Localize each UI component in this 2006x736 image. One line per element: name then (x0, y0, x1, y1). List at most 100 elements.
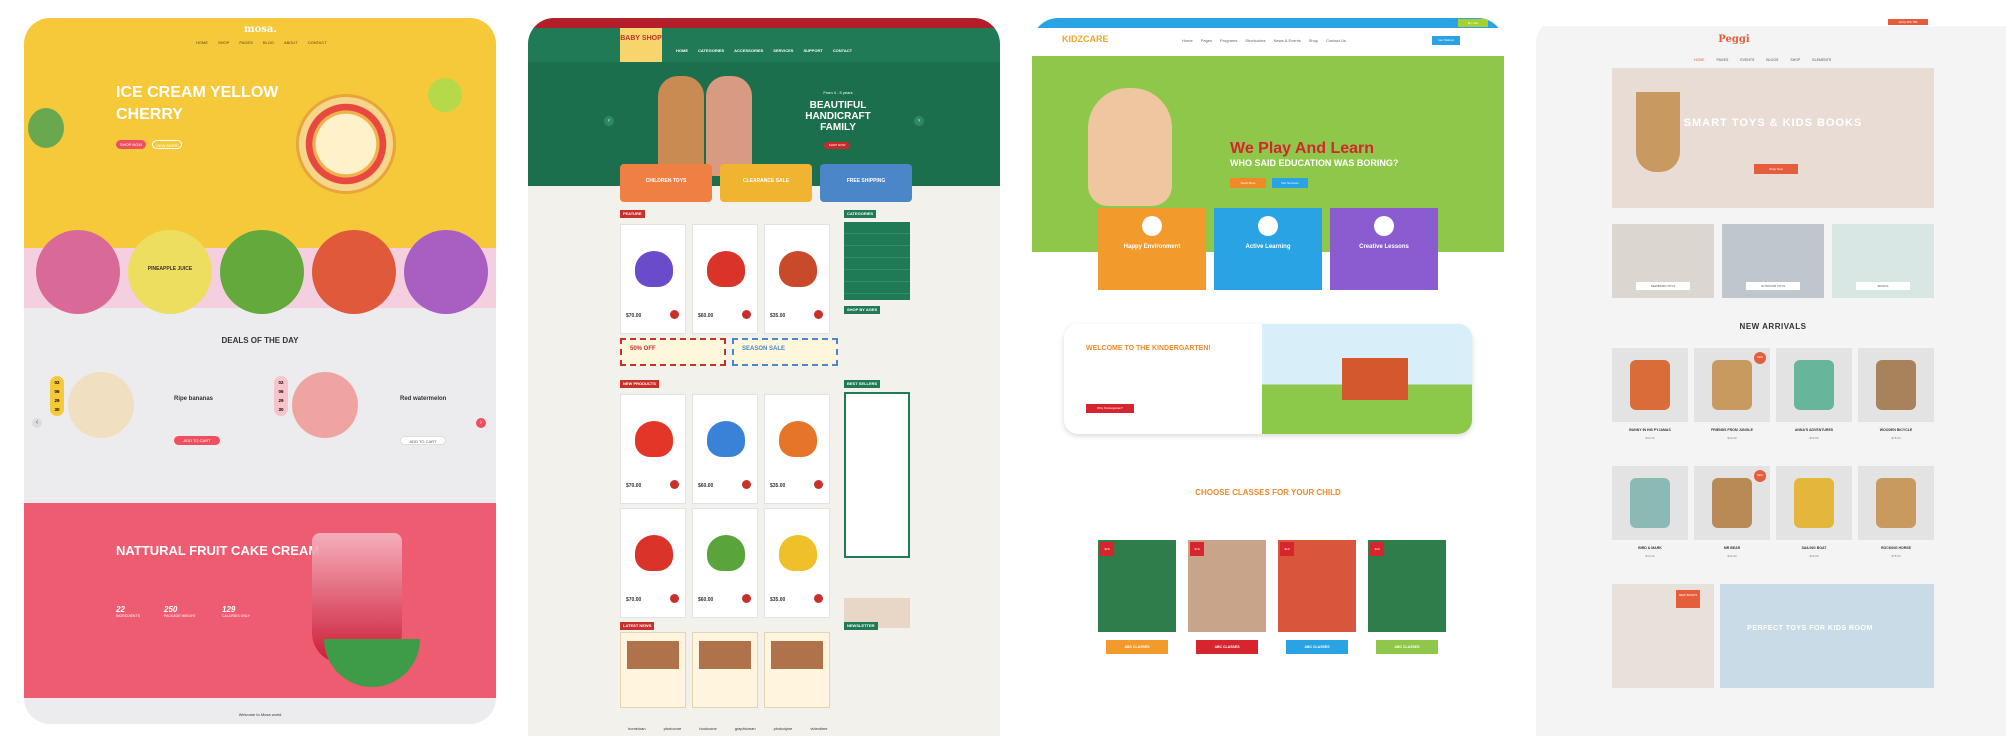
news-card[interactable] (764, 632, 830, 708)
deal-name[interactable]: Ripe bananas (174, 396, 213, 402)
product-card[interactable]: $60.00 (692, 508, 758, 618)
product-name[interactable]: BIRD & MARK (1612, 546, 1688, 550)
menu-item-home[interactable]: HOME (1694, 58, 1705, 62)
product-card[interactable] (1858, 348, 1934, 422)
promo-50-off[interactable]: 50% OFF (620, 338, 726, 366)
menu-item-home[interactable]: Home (1182, 38, 1193, 43)
menu-item-contact[interactable]: Contact Us (1326, 38, 1346, 43)
menu-item-shortcodes[interactable]: Shortcodes (1245, 38, 1265, 43)
feature-card-active[interactable]: Active Learning (1214, 208, 1322, 290)
product-card[interactable] (1776, 466, 1852, 540)
phone-badge[interactable]: (123) 456 789 (1888, 19, 1928, 25)
menu-item-pages[interactable]: PAGES (1717, 58, 1729, 62)
cart-icon[interactable] (742, 310, 751, 319)
deal-name[interactable]: Red watermelon (400, 396, 446, 402)
category-thumb[interactable]: NEWBORN TOYS (1612, 224, 1714, 298)
class-card[interactable]: $19 ABC CLASSES (1188, 540, 1266, 654)
menu-item-pages[interactable]: Pages (1201, 38, 1212, 43)
cart-icon[interactable] (814, 594, 823, 603)
template-card-kidzcare[interactable]: My Cart KIDZCARE Home Pages Programs Sho… (1032, 18, 1504, 724)
product-card[interactable]: $60.00 (692, 394, 758, 504)
cart-icon[interactable] (670, 594, 679, 603)
read-more-button[interactable]: Read More (1230, 178, 1266, 188)
shop-now-button[interactable]: SHOP NOW (116, 140, 146, 149)
product-card[interactable]: $35.00 (764, 508, 830, 618)
menu-item-contact[interactable]: CONTACT (833, 48, 852, 53)
class-card[interactable]: $19 ABC CLASSES (1098, 540, 1176, 654)
product-circle[interactable] (312, 230, 396, 314)
template-card-peggi[interactable]: (123) 456 789 Peggi HOME PAGES EVENTS BL… (1536, 18, 2006, 736)
shop-now-button[interactable]: Shop Now (1754, 164, 1798, 174)
kids-room-banner[interactable]: PERFECT TOYS FOR KIDS ROOM (1720, 584, 1934, 688)
menu-item-contact[interactable]: CONTACT (308, 40, 327, 45)
menu-item-elements[interactable]: ELEMENTS (1812, 58, 1831, 62)
chevron-right-icon[interactable]: › (476, 418, 486, 428)
cart-button[interactable]: My Cart (1458, 19, 1488, 27)
cart-icon[interactable] (742, 594, 751, 603)
feature-card-creative[interactable]: Creative Lessons (1330, 208, 1438, 290)
add-to-cart-button[interactable]: ADD TO CART (400, 436, 446, 445)
cart-icon[interactable] (814, 480, 823, 489)
product-card[interactable]: $60.00 (692, 224, 758, 334)
product-card[interactable]: $70.00 (620, 508, 686, 618)
news-card[interactable] (692, 632, 758, 708)
product-name[interactable]: FRIENDS FROM JUNGLE (1694, 428, 1770, 432)
product-card[interactable]: NEW (1694, 466, 1770, 540)
menu-item-pages[interactable]: PAGES (239, 40, 253, 45)
site-logo[interactable]: KIDZCARE (1062, 34, 1109, 44)
menu-item-news[interactable]: News & Events (1274, 38, 1301, 43)
menu-item-accessories[interactable]: ACCESSORIES (734, 48, 763, 53)
cart-icon[interactable] (742, 480, 751, 489)
cart-icon[interactable] (670, 480, 679, 489)
chevron-left-icon[interactable]: ‹ (604, 116, 614, 126)
chevron-right-icon[interactable]: › (914, 116, 924, 126)
menu-item-blog[interactable]: BLOG (263, 40, 274, 45)
template-card-mosa[interactable]: mosa. HOME SHOP PAGES BLOG ABOUT CONTACT… (24, 18, 496, 724)
menu-item-shop[interactable]: Shop (1309, 38, 1318, 43)
product-card[interactable]: $35.00 (764, 394, 830, 504)
category-thumb[interactable]: BOOKS (1832, 224, 1934, 298)
product-circle-pineapple[interactable]: PINEAPPLE JUICE (128, 230, 212, 314)
menu-item-shop[interactable]: SHOP (1790, 58, 1800, 62)
product-name[interactable]: SAILING BOAT (1776, 546, 1852, 550)
product-circle[interactable] (36, 230, 120, 314)
promo-season-sale[interactable]: SEASON SALE (732, 338, 838, 366)
product-name[interactable]: MR BEAR (1694, 546, 1770, 550)
product-name[interactable]: ROCKING HORSE (1858, 546, 1934, 550)
site-logo[interactable]: Peggi (1536, 34, 1932, 45)
product-card[interactable]: $70.00 (620, 224, 686, 334)
template-card-babyshop[interactable]: BABY SHOP HOME CATEGORIES ACCESSORIES SE… (528, 18, 1000, 736)
banner-clearance-sale[interactable]: CLEARANCE SALE (720, 164, 812, 202)
product-card[interactable] (1612, 466, 1688, 540)
banner-children-toys[interactable]: CHILDREN TOYS (620, 164, 712, 202)
menu-item-home[interactable]: HOME (676, 48, 688, 53)
product-circle[interactable] (220, 230, 304, 314)
banner-free-shipping[interactable]: FREE SHIPPING (820, 164, 912, 202)
product-card[interactable]: NEW (1694, 348, 1770, 422)
menu-item-services[interactable]: SERVICES (773, 48, 793, 53)
product-card[interactable] (1612, 348, 1688, 422)
product-circle[interactable] (404, 230, 488, 314)
menu-item-categories[interactable]: CATEGORIES (698, 48, 724, 53)
site-logo[interactable]: mosa. (244, 24, 277, 35)
news-card[interactable] (620, 632, 686, 708)
menu-item-home[interactable]: HOME (196, 40, 208, 45)
cart-icon[interactable] (814, 310, 823, 319)
new-books-banner[interactable]: NEW BOOKS (1612, 584, 1714, 688)
why-kindergarten-button[interactable]: Why Kindergarten? (1086, 404, 1134, 413)
class-card[interactable]: $19 ABC CLASSES (1368, 540, 1446, 654)
product-card[interactable]: $35.00 (764, 224, 830, 334)
product-card[interactable]: $70.00 (620, 394, 686, 504)
menu-item-events[interactable]: EVENTS (1740, 58, 1754, 62)
menu-item-programs[interactable]: Programs (1220, 38, 1237, 43)
site-logo[interactable]: BABY SHOP (620, 28, 662, 62)
menu-item-shop[interactable]: SHOP (218, 40, 229, 45)
product-name[interactable]: BUNNY IN HIS PYJAMAS (1612, 428, 1688, 432)
menu-item-about[interactable]: ABOUT (284, 40, 298, 45)
product-card[interactable] (1776, 348, 1852, 422)
get-started-button[interactable]: Get Started (1432, 36, 1460, 45)
product-name[interactable]: ANNA'S ADVENTURES (1776, 428, 1852, 432)
chevron-left-icon[interactable]: ‹ (32, 418, 42, 428)
menu-item-support[interactable]: SUPPORT (803, 48, 822, 53)
menu-item-blogs[interactable]: BLOGS (1766, 58, 1778, 62)
